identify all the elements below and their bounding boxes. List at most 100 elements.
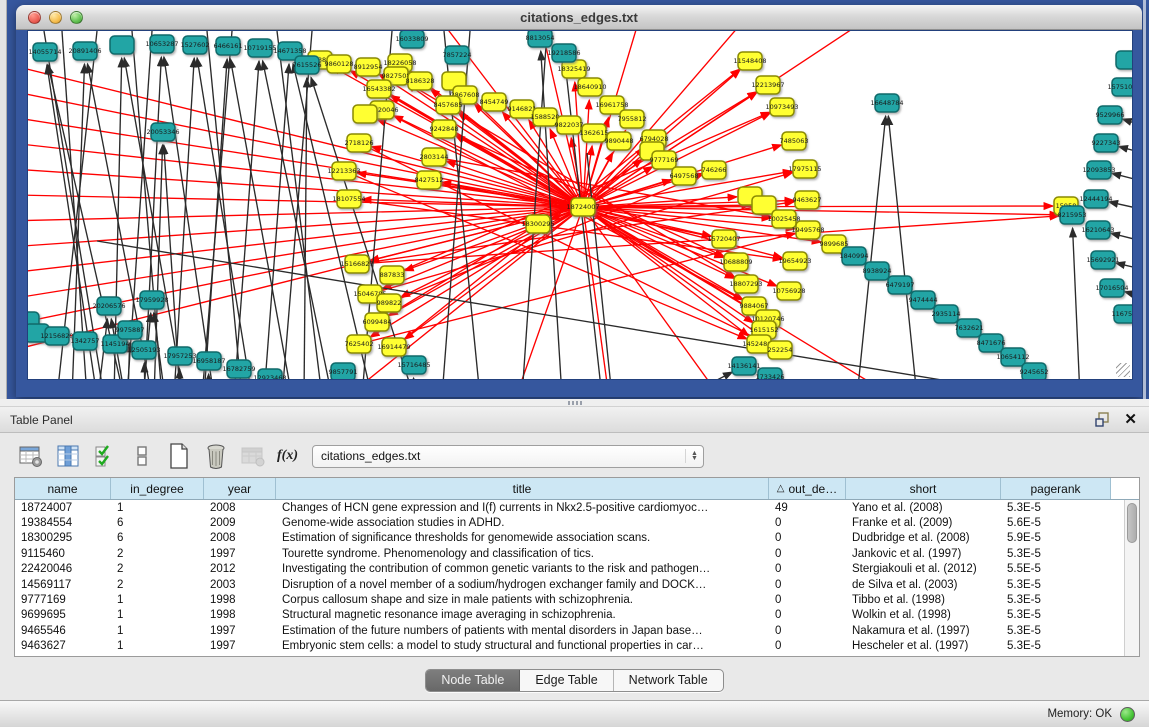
graph-node[interactable]: 18640910 — [573, 78, 606, 96]
graph-node[interactable]: 12923468 — [253, 369, 286, 380]
graph-node[interactable]: 11548408 — [733, 52, 766, 70]
graph-node[interactable]: 9975887 — [116, 321, 145, 339]
graph-node[interactable]: 17975115 — [788, 160, 821, 178]
table-settings-icon[interactable] — [18, 443, 44, 469]
graph-node[interactable]: 9245652 — [1020, 363, 1049, 380]
graph-node[interactable]: 16543382 — [362, 80, 395, 98]
network-view-window[interactable]: citations_edges.txt 18724 — [16, 5, 1142, 397]
column-header-short[interactable]: short — [846, 478, 1001, 499]
column-header-year[interactable]: year — [204, 478, 276, 499]
graph-node[interactable]: 15692921 — [1086, 251, 1119, 269]
network-window-titlebar[interactable]: citations_edges.txt — [16, 5, 1142, 30]
graph-node[interactable]: 16210643 — [1081, 221, 1114, 239]
graph-node[interactable]: 1840994 — [840, 247, 869, 265]
graph-node[interactable]: 9777169 — [650, 151, 679, 169]
graph-node[interactable]: 9474444 — [909, 291, 938, 309]
column-header-out_de[interactable]: △out_de… — [769, 478, 846, 499]
graph-node[interactable]: 6466161 — [214, 37, 243, 55]
column-header-name[interactable]: name — [15, 478, 111, 499]
graph-node[interactable]: 8938924 — [863, 262, 892, 280]
graph-node[interactable]: 7857224 — [443, 46, 472, 64]
graph-node[interactable]: 8215953 — [1058, 206, 1087, 224]
graph-node[interactable]: 8912954 — [354, 58, 383, 76]
graph-node[interactable]: 9227343 — [1092, 134, 1121, 152]
graph-node[interactable]: 1527602 — [181, 36, 210, 54]
graph-node[interactable]: 20891406 — [68, 42, 101, 60]
graph-node[interactable]: 8427512 — [415, 171, 444, 189]
graph-node[interactable]: 6099484 — [363, 313, 392, 331]
table-row[interactable]: 946554611997Estimation of the future num… — [15, 623, 1139, 638]
graph-node[interactable]: 7632621 — [955, 319, 984, 337]
graph-node[interactable]: 8813054 — [526, 31, 555, 47]
graph-node[interactable]: 989822 — [377, 294, 402, 312]
close-panel-icon[interactable]: ✕ — [1124, 412, 1137, 427]
graph-node[interactable]: 12213967 — [751, 76, 784, 94]
graph-node[interactable]: 7955812 — [618, 110, 647, 128]
tab-node-table[interactable]: Node Table — [426, 670, 520, 691]
graph-node[interactable]: 16033809 — [395, 31, 428, 48]
table-row[interactable]: 946362711997Embryonic stem cells: a mode… — [15, 639, 1139, 654]
column-header-in_degree[interactable]: in_degree — [111, 478, 204, 499]
graph-node[interactable]: 16782759 — [222, 360, 255, 378]
graph-node[interactable] — [353, 105, 377, 123]
graph-node[interactable]: 8454749 — [480, 93, 509, 111]
graph-node[interactable]: 19654923 — [778, 252, 811, 270]
graph-node[interactable] — [110, 36, 134, 54]
graph-node[interactable]: 1733426 — [756, 368, 785, 380]
graph-node[interactable]: 14055714 — [28, 43, 61, 61]
graph-node[interactable]: 18807293 — [729, 275, 762, 293]
column-header-title[interactable]: title — [276, 478, 769, 499]
table-row[interactable]: 1938455462009Genome-wide association stu… — [15, 515, 1139, 530]
graph-node[interactable]: 15720407 — [707, 230, 740, 248]
stacked-rows-icon[interactable] — [129, 443, 155, 469]
graph-node[interactable]: 20206576 — [92, 297, 125, 315]
select-columns-check-icon[interactable] — [92, 443, 118, 469]
table-row[interactable]: 2242004622012Investigating the contribut… — [15, 562, 1139, 577]
column-select-icon[interactable] — [55, 443, 81, 469]
graph-node[interactable]: 252254 — [768, 341, 793, 359]
graph-node[interactable]: 2935114 — [932, 305, 961, 323]
graph-node[interactable]: 9860128 — [325, 55, 354, 73]
graph-node[interactable]: 10653287 — [145, 35, 178, 53]
window-resize-grip[interactable] — [1116, 363, 1130, 377]
graph-node[interactable]: 17959928 — [135, 291, 168, 309]
graph-node[interactable]: 16648784 — [870, 94, 903, 112]
graph-node[interactable]: 1342757 — [71, 332, 100, 350]
float-panel-icon[interactable] — [1095, 412, 1110, 427]
graph-node[interactable]: 6497568 — [670, 167, 699, 185]
table-row[interactable]: 1872400712008Changes of HCN gene express… — [15, 500, 1139, 515]
tab-edge-table[interactable]: Edge Table — [520, 670, 613, 691]
graph-node[interactable]: 18300295 — [521, 215, 554, 233]
column-header-pagerank[interactable]: pagerank — [1001, 478, 1111, 499]
graph-node[interactable]: 12213363 — [327, 162, 360, 180]
graph-node[interactable]: 20053346 — [146, 123, 179, 141]
graph-node[interactable]: 1167533 — [1112, 305, 1133, 323]
graph-node[interactable]: 9890448 — [605, 132, 634, 150]
graph-node[interactable]: 10688809 — [719, 253, 752, 271]
graph-node[interactable]: 7615526 — [293, 56, 322, 74]
graph-node[interactable] — [1116, 51, 1133, 69]
new-column-icon[interactable] — [166, 443, 192, 469]
graph-node[interactable]: 6479197 — [886, 276, 915, 294]
network-canvas[interactable]: 1872400776638229860128891295418226058982… — [27, 30, 1133, 380]
table-row[interactable]: 969969511998Structural magnetic resonanc… — [15, 608, 1139, 623]
graph-node[interactable]: 12505193 — [127, 341, 160, 359]
graph-node[interactable]: 8471676 — [977, 334, 1006, 352]
panel-splitter[interactable] — [0, 399, 1149, 407]
tab-network-table[interactable]: Network Table — [614, 670, 723, 691]
graph-node[interactable]: 8186328 — [406, 72, 435, 90]
graph-node[interactable]: 15716485 — [397, 356, 430, 374]
table-row[interactable]: 977716911998Corpus callosum shape and si… — [15, 592, 1139, 607]
graph-node[interactable]: 12093853 — [1082, 161, 1115, 179]
table-row[interactable]: 911546021997Tourette syndrome. Phenomeno… — [15, 546, 1139, 561]
graph-node[interactable]: 8457685 — [434, 96, 463, 114]
graph-node[interactable]: 10719155 — [243, 39, 276, 57]
graph-node[interactable]: 16958187 — [192, 352, 225, 370]
graph-node[interactable]: 18107554 — [332, 190, 365, 208]
table-row[interactable]: 1830029562008Estimation of significance … — [15, 531, 1139, 546]
graph-node[interactable]: 15166827 — [340, 255, 373, 273]
function-builder-icon[interactable]: f(x) — [277, 448, 298, 464]
table-row[interactable]: 1456911722003Disruption of a novel membe… — [15, 577, 1139, 592]
graph-node[interactable]: 17016504 — [1095, 279, 1128, 297]
graph-node[interactable]: 2803144 — [420, 148, 449, 166]
